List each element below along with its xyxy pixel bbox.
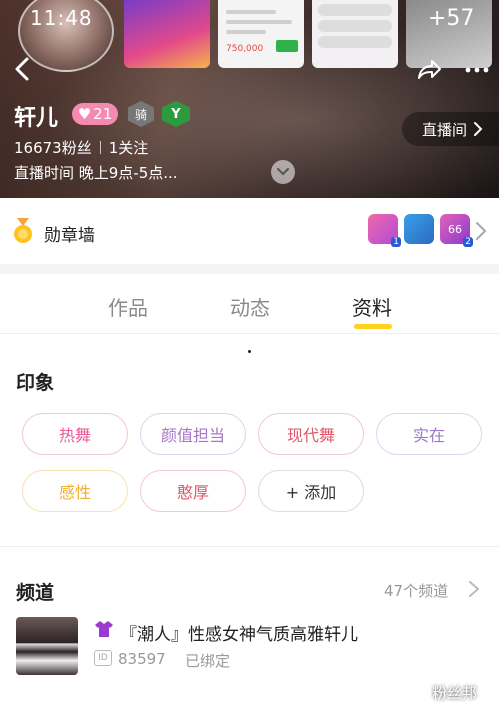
dot-marker (248, 350, 251, 353)
impression-tag[interactable]: 感性 (22, 470, 128, 512)
channel-item-title[interactable]: 『潮人』性感女神气质高雅轩儿 (120, 620, 358, 645)
chevron-right-icon (474, 122, 483, 136)
stats-divider (99, 141, 101, 154)
level-badge: ♥ 21 (72, 103, 118, 125)
medal-wall-label: 勋章墙 (44, 226, 95, 246)
add-impression-button[interactable]: + 添加 (258, 470, 364, 512)
live-schedule: 直播时间 晚上9点-5点... (14, 164, 178, 182)
impressions-title: 印象 (16, 372, 55, 394)
active-tab-indicator (354, 324, 392, 329)
back-arrow-icon[interactable] (10, 56, 36, 82)
channel-bound-status: 已绑定 (185, 652, 231, 670)
ride-badge: 骑 (128, 101, 154, 127)
fans-count[interactable]: 16673粉丝 (14, 137, 92, 158)
medal-icon (14, 218, 32, 243)
streamer-name: 轩儿 (14, 106, 59, 131)
section-divider (0, 546, 499, 547)
following-count[interactable]: 1关注 (109, 137, 149, 158)
chevron-down-icon (277, 168, 289, 176)
section-gap (0, 264, 499, 274)
chevron-right-icon (476, 222, 487, 240)
more-photos-count[interactable]: +57 (428, 6, 474, 31)
channel-avatar[interactable] (16, 617, 78, 675)
watermark-text: 粉丝邦 (432, 684, 478, 702)
badge-level: 1 (391, 237, 401, 247)
medal-wall-row[interactable]: 勋章墙 1 66 2 (0, 198, 499, 264)
id-icon: ID (94, 650, 112, 666)
impression-tag[interactable]: 颜值担当 (140, 413, 246, 455)
level-number: 21 (93, 105, 113, 123)
photo-thumbnail[interactable]: 750,000 (218, 0, 304, 68)
live-room-label: 直播间 (422, 120, 468, 139)
photo-thumbnail[interactable] (312, 0, 398, 68)
heart-stick-badge-icon: 1 (368, 214, 401, 247)
impression-tag[interactable]: 热舞 (22, 413, 128, 455)
thumbnail-price-text: 750,000 (226, 44, 264, 54)
channel-count-link[interactable]: 47个频道 (384, 580, 448, 601)
impression-tag[interactable]: 憨厚 (140, 470, 246, 512)
live-room-button[interactable]: 直播间 (402, 112, 499, 146)
impression-tag[interactable]: 现代舞 (258, 413, 364, 455)
medal-badge-list: 1 66 2 (368, 214, 473, 247)
pink-66-badge-icon: 66 2 (440, 214, 473, 247)
expand-button[interactable] (271, 160, 295, 184)
impression-tag[interactable]: 实在 (376, 413, 482, 455)
badge-text: 66 (448, 222, 462, 236)
tab-moments[interactable]: 动态 (230, 292, 270, 321)
follow-stats: 16673粉丝 1关注 (14, 137, 148, 158)
more-options-icon[interactable] (464, 60, 490, 80)
profile-header: 11:48 750,000 +57 轩儿 ♥ 21 骑 Y 16673粉丝 1关… (0, 0, 499, 198)
heart-icon: ♥ (77, 105, 92, 123)
tab-works[interactable]: 作品 (108, 292, 148, 321)
shirt-icon (95, 621, 113, 637)
channel-title: 频道 (16, 582, 55, 604)
channel-id: 83597 (118, 650, 166, 668)
tab-profile[interactable]: 资料 (352, 292, 392, 321)
chevron-right-icon[interactable] (468, 580, 480, 598)
status-bar-time: 11:48 (30, 6, 93, 30)
blue-gift-badge-icon (404, 214, 434, 244)
photo-thumbnail[interactable] (124, 0, 210, 68)
y-level-badge: Y (162, 101, 190, 127)
share-icon[interactable] (416, 58, 442, 82)
profile-tabs: 作品 动态 资料 (0, 274, 499, 334)
badge-level: 2 (463, 237, 473, 247)
